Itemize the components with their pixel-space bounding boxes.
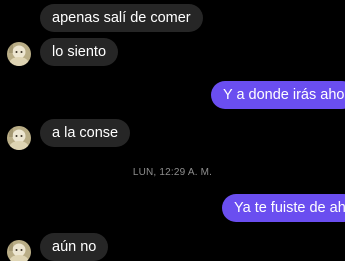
message-text: lo siento — [52, 44, 107, 60]
message-text: aún no — [52, 239, 97, 255]
avatar-photo-icon — [7, 126, 31, 150]
incoming-message[interactable]: a la conse — [40, 119, 131, 147]
incoming-message[interactable]: apenas salí de comer — [40, 4, 203, 32]
message-text: Y a donde irás ahora — [223, 87, 345, 103]
incoming-message[interactable]: aún no — [40, 233, 109, 261]
avatar-photo-icon — [7, 240, 31, 261]
avatar-photo-icon — [7, 42, 31, 66]
contact-avatar[interactable] — [7, 42, 31, 66]
message-text: a la conse — [52, 125, 119, 141]
incoming-message[interactable]: lo siento — [40, 38, 119, 66]
outgoing-message[interactable]: Y a donde irás ahora — [211, 81, 345, 109]
contact-avatar[interactable] — [7, 126, 31, 150]
message-timestamp: LUN, 12:29 A. M. — [132, 167, 213, 178]
message-text: apenas salí de comer — [52, 10, 191, 26]
contact-avatar[interactable] — [7, 240, 31, 261]
outgoing-message[interactable]: Ya te fuiste de ahí? — [222, 194, 345, 222]
chat-thread: apenas salí de comer lo siento Y a donde… — [0, 0, 345, 261]
message-text: Ya te fuiste de ahí? — [234, 200, 345, 216]
